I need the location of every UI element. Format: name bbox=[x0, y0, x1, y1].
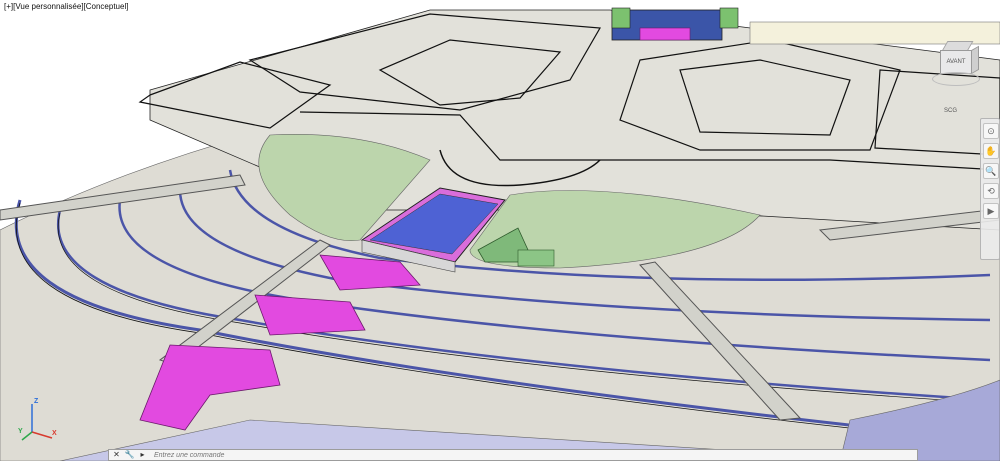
viewcube[interactable]: AVANT bbox=[932, 36, 980, 106]
viewport-label[interactable]: [+][Vue personnalisée][Conceptuel] bbox=[3, 2, 130, 11]
command-input[interactable] bbox=[152, 450, 756, 460]
zoom-icon[interactable]: 🔍 bbox=[983, 163, 999, 179]
y-axis-label: Y bbox=[18, 428, 23, 435]
wrench-icon[interactable]: 🔧 bbox=[124, 450, 135, 460]
recent-commands-icon[interactable]: ▸ bbox=[137, 450, 148, 460]
viewcube-front-face[interactable]: AVANT bbox=[940, 50, 972, 74]
ucs-icon: Z X Y bbox=[18, 398, 58, 442]
z-axis-label: Z bbox=[34, 398, 39, 405]
x-axis-label: X bbox=[52, 430, 57, 437]
orbit-icon[interactable]: ⟲ bbox=[983, 183, 999, 199]
wcs-menu[interactable]: SCG bbox=[944, 108, 957, 114]
viewcube-compass-ring[interactable] bbox=[932, 72, 980, 86]
scene-3d-render[interactable] bbox=[0, 0, 1000, 461]
navigation-bar: ⊙ ✋ 🔍 ⟲ ▶ bbox=[980, 118, 1000, 260]
close-icon[interactable]: ✕ bbox=[111, 450, 122, 460]
model-viewport[interactable]: [+][Vue personnalisée][Conceptuel] AVANT… bbox=[0, 0, 1000, 461]
pan-icon[interactable]: ✋ bbox=[983, 143, 999, 159]
viewcube-side-face[interactable] bbox=[971, 45, 979, 75]
command-line: ✕ 🔧 ▸ bbox=[108, 449, 918, 461]
steering-wheel-icon[interactable]: ⊙ bbox=[983, 123, 999, 139]
showmotion-icon[interactable]: ▶ bbox=[983, 203, 999, 219]
